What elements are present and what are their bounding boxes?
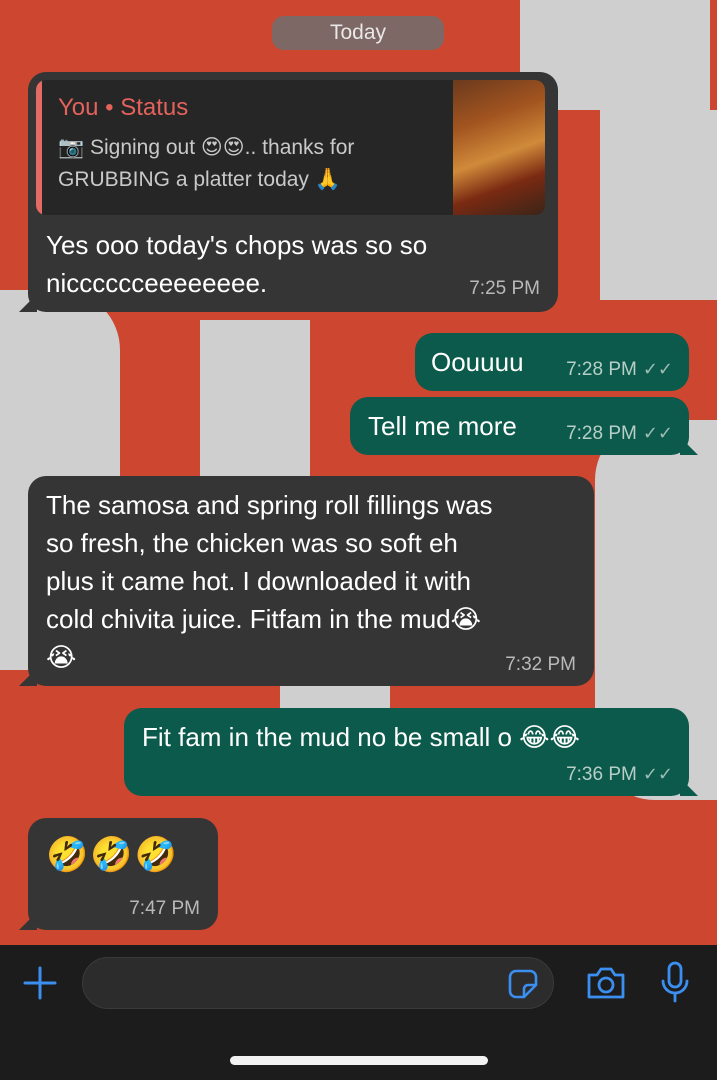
message-meta: 7:28 PM ✓✓ [566,423,673,445]
message-meta: 7:28 PM ✓✓ [566,359,673,381]
read-receipt-icon: ✓✓ [642,359,673,379]
date-divider: Today [272,16,444,50]
message-text: Fit fam in the mud no be small o 😂😂 [142,722,580,752]
message-input[interactable] [82,957,554,1009]
message-line: The samosa and spring roll fillings was [46,490,493,520]
plus-icon[interactable] [22,965,58,1001]
message-line: so fresh, the chicken was so soft eh [46,528,458,558]
status-reply-quote[interactable]: You • Status 📷 Signing out 😍😍.. thanks f… [36,80,545,215]
message-composer [0,945,717,1080]
sticker-icon[interactable] [507,968,539,1000]
read-receipt-icon: ✓✓ [642,423,673,443]
message-text: Yes ooo today's chops was so so nicccccc… [46,226,427,302]
message-line: cold chivita juice. Fitfam in the mud😭 [46,604,481,634]
message-time: 7:28 PM [566,359,637,380]
message-text: 🤣🤣🤣 [46,836,180,874]
camera-icon[interactable] [585,965,627,1001]
message-line: plus it came hot. I downloaded it with [46,566,471,596]
message-time: 7:25 PM [469,278,540,299]
message-time: 7:47 PM [129,898,200,919]
message-line: 😭 [46,642,77,672]
quote-accent-bar [36,80,42,215]
message-meta: 7:36 PM ✓✓ [566,764,673,786]
status-thumbnail-image[interactable] [453,80,545,215]
message-time: 7:32 PM [505,654,576,675]
incoming-message[interactable]: The samosa and spring roll fillings was … [28,476,594,686]
microphone-icon[interactable] [660,961,690,1005]
message-text: Tell me more [368,411,517,441]
message-time: 7:28 PM [566,423,637,444]
message-line: Yes ooo today's chops was so so [46,230,428,260]
message-text: The samosa and spring roll fillings was … [46,486,493,676]
quote-title: You • Status [58,94,189,121]
quote-text: 📷 Signing out 😍😍.. thanks for GRUBBING a… [58,136,355,191]
home-indicator[interactable] [230,1056,488,1065]
outgoing-message[interactable]: Tell me more 7:28 PM ✓✓ [350,397,689,455]
message-text: Oouuuu [431,347,524,377]
message-time: 7:36 PM [566,764,637,785]
incoming-message[interactable]: 🤣🤣🤣 7:47 PM [28,818,218,930]
outgoing-message[interactable]: Fit fam in the mud no be small o 😂😂 7:36… [124,708,689,796]
read-receipt-icon: ✓✓ [642,764,673,784]
chat-area[interactable]: Today You • Status 📷 Signing out 😍😍.. th… [0,0,717,945]
incoming-message[interactable]: You • Status 📷 Signing out 😍😍.. thanks f… [28,72,558,312]
outgoing-message[interactable]: Oouuuu 7:28 PM ✓✓ [415,333,689,391]
message-line: nicccccceeeeeeee. [46,268,268,298]
